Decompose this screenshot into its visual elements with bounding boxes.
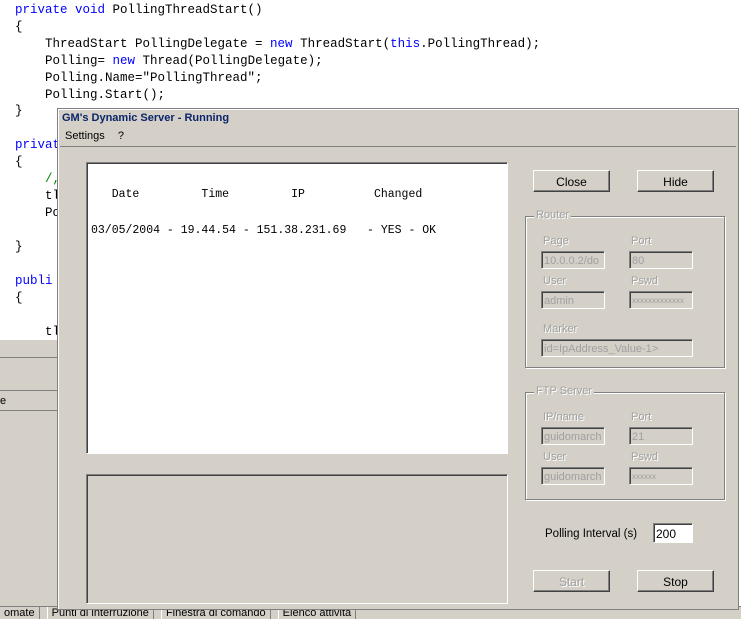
code-line: Polling= new Thread(PollingDelegate); — [15, 54, 323, 68]
polling-interval-input[interactable]: 200 — [653, 523, 693, 543]
code-line: Po — [15, 206, 61, 220]
code-line: { — [15, 291, 23, 305]
ide-label: e — [0, 395, 7, 407]
status-panel — [86, 474, 508, 604]
code-line: ThreadStart PollingDelegate = new Thread… — [15, 37, 541, 51]
log-content: Date Time IP Changed 03/05/2004 - 19.44.… — [91, 165, 436, 261]
ftp-ip-label: IP/name — [543, 411, 584, 423]
router-password-input[interactable]: xxxxxxxxxxxxx — [629, 291, 693, 309]
code-line: { — [15, 155, 23, 169]
menu-help[interactable]: ? — [114, 128, 128, 144]
ftp-password-input[interactable]: xxxxxx — [629, 467, 693, 485]
ide-divider — [0, 390, 60, 391]
ide-panel — [0, 340, 60, 606]
polling-interval-label: Polling Interval (s) — [545, 528, 638, 540]
menu-bar: Settings ? — [61, 128, 130, 144]
log-listbox[interactable]: Date Time IP Changed 03/05/2004 - 19.44.… — [86, 162, 508, 454]
menu-divider — [60, 146, 736, 147]
router-page-label: Page — [543, 235, 569, 247]
hide-button[interactable]: Hide — [637, 170, 714, 192]
dynamic-server-window: GM's Dynamic Server - Running Settings ?… — [57, 108, 739, 610]
log-row[interactable]: 03/05/2004 - 19.44.54 - 151.38.231.69 - … — [91, 225, 436, 237]
code-line: Polling.Name="PollingThread"; — [15, 71, 263, 85]
router-marker-input[interactable]: id=IpAddress_Value-1> — [541, 339, 693, 357]
log-header: Date Time IP Changed — [91, 188, 423, 201]
start-button[interactable]: Start — [533, 570, 610, 592]
code-line: } — [15, 104, 23, 118]
router-user-input[interactable]: admin — [541, 291, 605, 309]
ide-divider — [0, 357, 60, 358]
code-line: private void PollingThreadStart() — [15, 3, 263, 17]
stop-button[interactable]: Stop — [637, 570, 714, 592]
code-line: publi — [15, 274, 53, 288]
router-group-title: Router — [534, 209, 572, 221]
taskbar-item[interactable]: omate — [0, 607, 40, 619]
code-line: { — [15, 20, 23, 34]
router-user-label: User — [543, 275, 567, 287]
code-line: } — [15, 240, 23, 254]
router-pswd-label: Pswd — [631, 275, 658, 287]
router-port-input[interactable]: 80 — [629, 251, 693, 269]
ftp-ip-input[interactable]: guidomarch — [541, 427, 605, 445]
code-line: /, — [15, 172, 61, 186]
ftp-port-input[interactable]: 21 — [629, 427, 693, 445]
code-line: tl — [15, 325, 61, 339]
ftp-port-label: Port — [631, 411, 652, 423]
window-title[interactable]: GM's Dynamic Server - Running — [59, 110, 737, 126]
router-page-input[interactable]: 10.0.0.2/do — [541, 251, 605, 269]
ftp-user-input[interactable]: guidomarch — [541, 467, 605, 485]
code-line: privat — [15, 138, 61, 152]
close-button[interactable]: Close — [533, 170, 610, 192]
ftp-user-label: User — [543, 451, 567, 463]
router-marker-label: Marker — [543, 323, 578, 335]
ide-divider — [0, 410, 60, 411]
ftp-pswd-label: Pswd — [631, 451, 658, 463]
ftp-group-title: FTP Server — [534, 385, 595, 397]
router-port-label: Port — [631, 235, 652, 247]
menu-settings[interactable]: Settings — [61, 128, 109, 144]
code-line: tl — [15, 189, 61, 203]
code-line: Polling.Start(); — [15, 88, 166, 102]
